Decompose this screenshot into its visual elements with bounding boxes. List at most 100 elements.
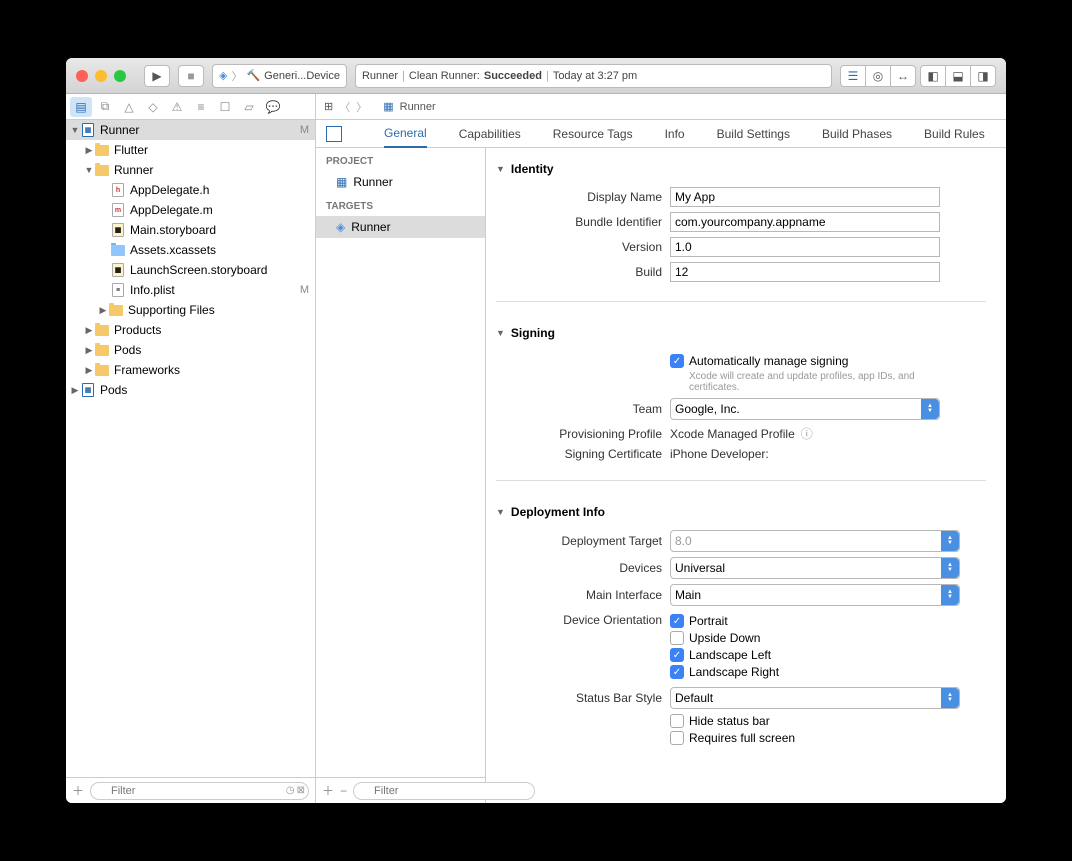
close-button[interactable] [76, 70, 88, 82]
landscape-left-checkbox[interactable]: ✓ [670, 648, 684, 662]
display-name-input[interactable] [670, 187, 940, 207]
deploy-target-select[interactable]: 8.0▲▼ [670, 530, 960, 552]
tree-file[interactable]: ▦ LaunchScreen.storyboard [66, 260, 315, 280]
auto-signing-checkbox[interactable]: ✓ [670, 354, 684, 368]
editor-version-button[interactable]: ↔ [890, 65, 916, 87]
portrait-checkbox[interactable]: ✓ [670, 614, 684, 628]
tab-build-rules[interactable]: Build Rules [924, 121, 985, 147]
issue-tab[interactable]: ⚠ [166, 97, 188, 117]
zoom-button[interactable] [114, 70, 126, 82]
tab-resource-tags[interactable]: Resource Tags [553, 121, 633, 147]
tree-folder-pods[interactable]: ▶ Pods [66, 340, 315, 360]
bundle-id-input[interactable] [670, 212, 940, 232]
version-input[interactable] [670, 237, 940, 257]
devices-select[interactable]: Universal▲▼ [670, 557, 960, 579]
signing-header[interactable]: ▼Signing [496, 320, 986, 346]
project-item[interactable]: ▦Runner [316, 171, 485, 193]
fullscreen-checkbox[interactable] [670, 731, 684, 745]
build-label: Build [512, 265, 662, 279]
show-project-targets-button[interactable] [326, 126, 342, 142]
tree-file[interactable]: Assets.xcassets [66, 240, 315, 260]
jump-bar[interactable]: ⊞ 〈 〉 ▦ Runner [316, 94, 1006, 120]
remove-target-button[interactable]: − [340, 784, 347, 798]
navigator-filter-input[interactable] [90, 782, 309, 800]
toggle-inspector-button[interactable]: ◨ [970, 65, 996, 87]
tree-folder-products[interactable]: ▶ Products [66, 320, 315, 340]
build-input[interactable] [670, 262, 940, 282]
target-item-runner[interactable]: ◈Runner [316, 216, 485, 238]
tree-project-root[interactable]: ▼ ▦ Runner M [66, 120, 315, 140]
tree-folder-supporting[interactable]: ▶ Supporting Files [66, 300, 315, 320]
version-label: Version [512, 240, 662, 254]
tree-folder-frameworks[interactable]: ▶ Frameworks [66, 360, 315, 380]
breakpoint-tab[interactable]: ▱ [238, 97, 260, 117]
project-tree: ▼ ▦ Runner M ▶ Flutter ▼ Runner h AppDel… [66, 120, 315, 777]
symbol-tab[interactable]: △ [118, 97, 140, 117]
scheme-selector[interactable]: ◈ 〉 🔨 Generi...Device [212, 64, 347, 88]
find-tab[interactable]: ◇ [142, 97, 164, 117]
target-list: PROJECT ▦Runner TARGETS ◈Runner ＋ − ⊙ [316, 148, 486, 803]
tree-file[interactable]: ≡ Info.plist M [66, 280, 315, 300]
related-items-icon[interactable]: ⊞ [324, 100, 333, 113]
editor-area: ⊞ 〈 〉 ▦ Runner General Capabilities Reso… [316, 94, 1006, 803]
add-button[interactable]: ＋ [72, 782, 84, 799]
forward-button[interactable]: 〉 [356, 99, 367, 115]
editor-assistant-button[interactable]: ◎ [865, 65, 891, 87]
target-list-footer: ＋ − ⊙ [316, 777, 485, 803]
profile-label: Provisioning Profile [512, 427, 662, 441]
activity-view: Runner | Clean Runner: Succeeded | Today… [355, 64, 832, 88]
info-icon[interactable]: ⓘ [801, 425, 813, 442]
traffic-lights [76, 70, 126, 82]
minimize-button[interactable] [95, 70, 107, 82]
identity-header[interactable]: ▼Identity [496, 156, 986, 182]
cert-value: iPhone Developer: [670, 447, 769, 461]
navigator-panel: ▤ ⧉ △ ◇ ⚠ ≡ ☐ ▱ 💬 ▼ ▦ Runner M ▶ F [66, 94, 316, 803]
run-button[interactable]: ▶ [144, 65, 170, 87]
tab-capabilities[interactable]: Capabilities [459, 121, 521, 147]
crumb-item[interactable]: Runner [400, 101, 436, 113]
toggle-debug-button[interactable]: ⬓ [945, 65, 971, 87]
tree-folder-flutter[interactable]: ▶ Flutter [66, 140, 315, 160]
add-target-button[interactable]: ＋ [322, 782, 334, 799]
profile-value: Xcode Managed Profile [670, 427, 795, 441]
settings-panel: ▼Identity Display Name Bundle Identifier [486, 148, 1006, 803]
landscape-right-checkbox[interactable]: ✓ [670, 665, 684, 679]
tab-build-phases[interactable]: Build Phases [822, 121, 892, 147]
deployment-header[interactable]: ▼Deployment Info [496, 499, 986, 525]
tree-file[interactable]: h AppDelegate.h [66, 180, 315, 200]
tree-folder-runner[interactable]: ▼ Runner [66, 160, 315, 180]
cert-label: Signing Certificate [512, 447, 662, 461]
display-name-label: Display Name [512, 190, 662, 204]
hide-statusbar-checkbox[interactable] [670, 714, 684, 728]
team-label: Team [512, 402, 662, 416]
toggle-navigator-button[interactable]: ◧ [920, 65, 946, 87]
tree-project-pods[interactable]: ▶ ▦ Pods [66, 380, 315, 400]
deploy-target-label: Deployment Target [512, 534, 662, 548]
test-tab[interactable]: ≡ [190, 97, 212, 117]
tree-file[interactable]: m AppDelegate.m [66, 200, 315, 220]
tab-build-settings[interactable]: Build Settings [717, 121, 790, 147]
tab-general[interactable]: General [384, 120, 427, 148]
upside-checkbox[interactable] [670, 631, 684, 645]
recent-filter-icon[interactable]: ◷ [286, 785, 295, 796]
scheme-label: Generi...Device [264, 70, 340, 82]
auto-signing-subtext: Xcode will create and update profiles, a… [689, 371, 939, 393]
project-header: PROJECT [316, 148, 485, 171]
navigator-footer: ＋ ⊙ ◷⊠ [66, 777, 315, 803]
editor-standard-button[interactable]: ☰ [840, 65, 866, 87]
target-filter-input[interactable] [353, 782, 535, 800]
main-interface-select[interactable]: Main▲▼ [670, 584, 960, 606]
tree-file[interactable]: ▦ Main.storyboard [66, 220, 315, 240]
auto-signing-label: Automatically manage signing [689, 354, 848, 368]
back-button[interactable]: 〈 [339, 99, 350, 115]
debug-tab[interactable]: ☐ [214, 97, 236, 117]
project-navigator-tab[interactable]: ▤ [70, 97, 92, 117]
tab-info[interactable]: Info [665, 121, 685, 147]
targets-header: TARGETS [316, 193, 485, 216]
status-bar-select[interactable]: Default▲▼ [670, 687, 960, 709]
team-select[interactable]: Google, Inc.▲▼ [670, 398, 940, 420]
scm-filter-icon[interactable]: ⊠ [297, 785, 305, 796]
report-tab[interactable]: 💬 [262, 97, 284, 117]
stop-button[interactable]: ■ [178, 65, 204, 87]
source-control-tab[interactable]: ⧉ [94, 97, 116, 117]
